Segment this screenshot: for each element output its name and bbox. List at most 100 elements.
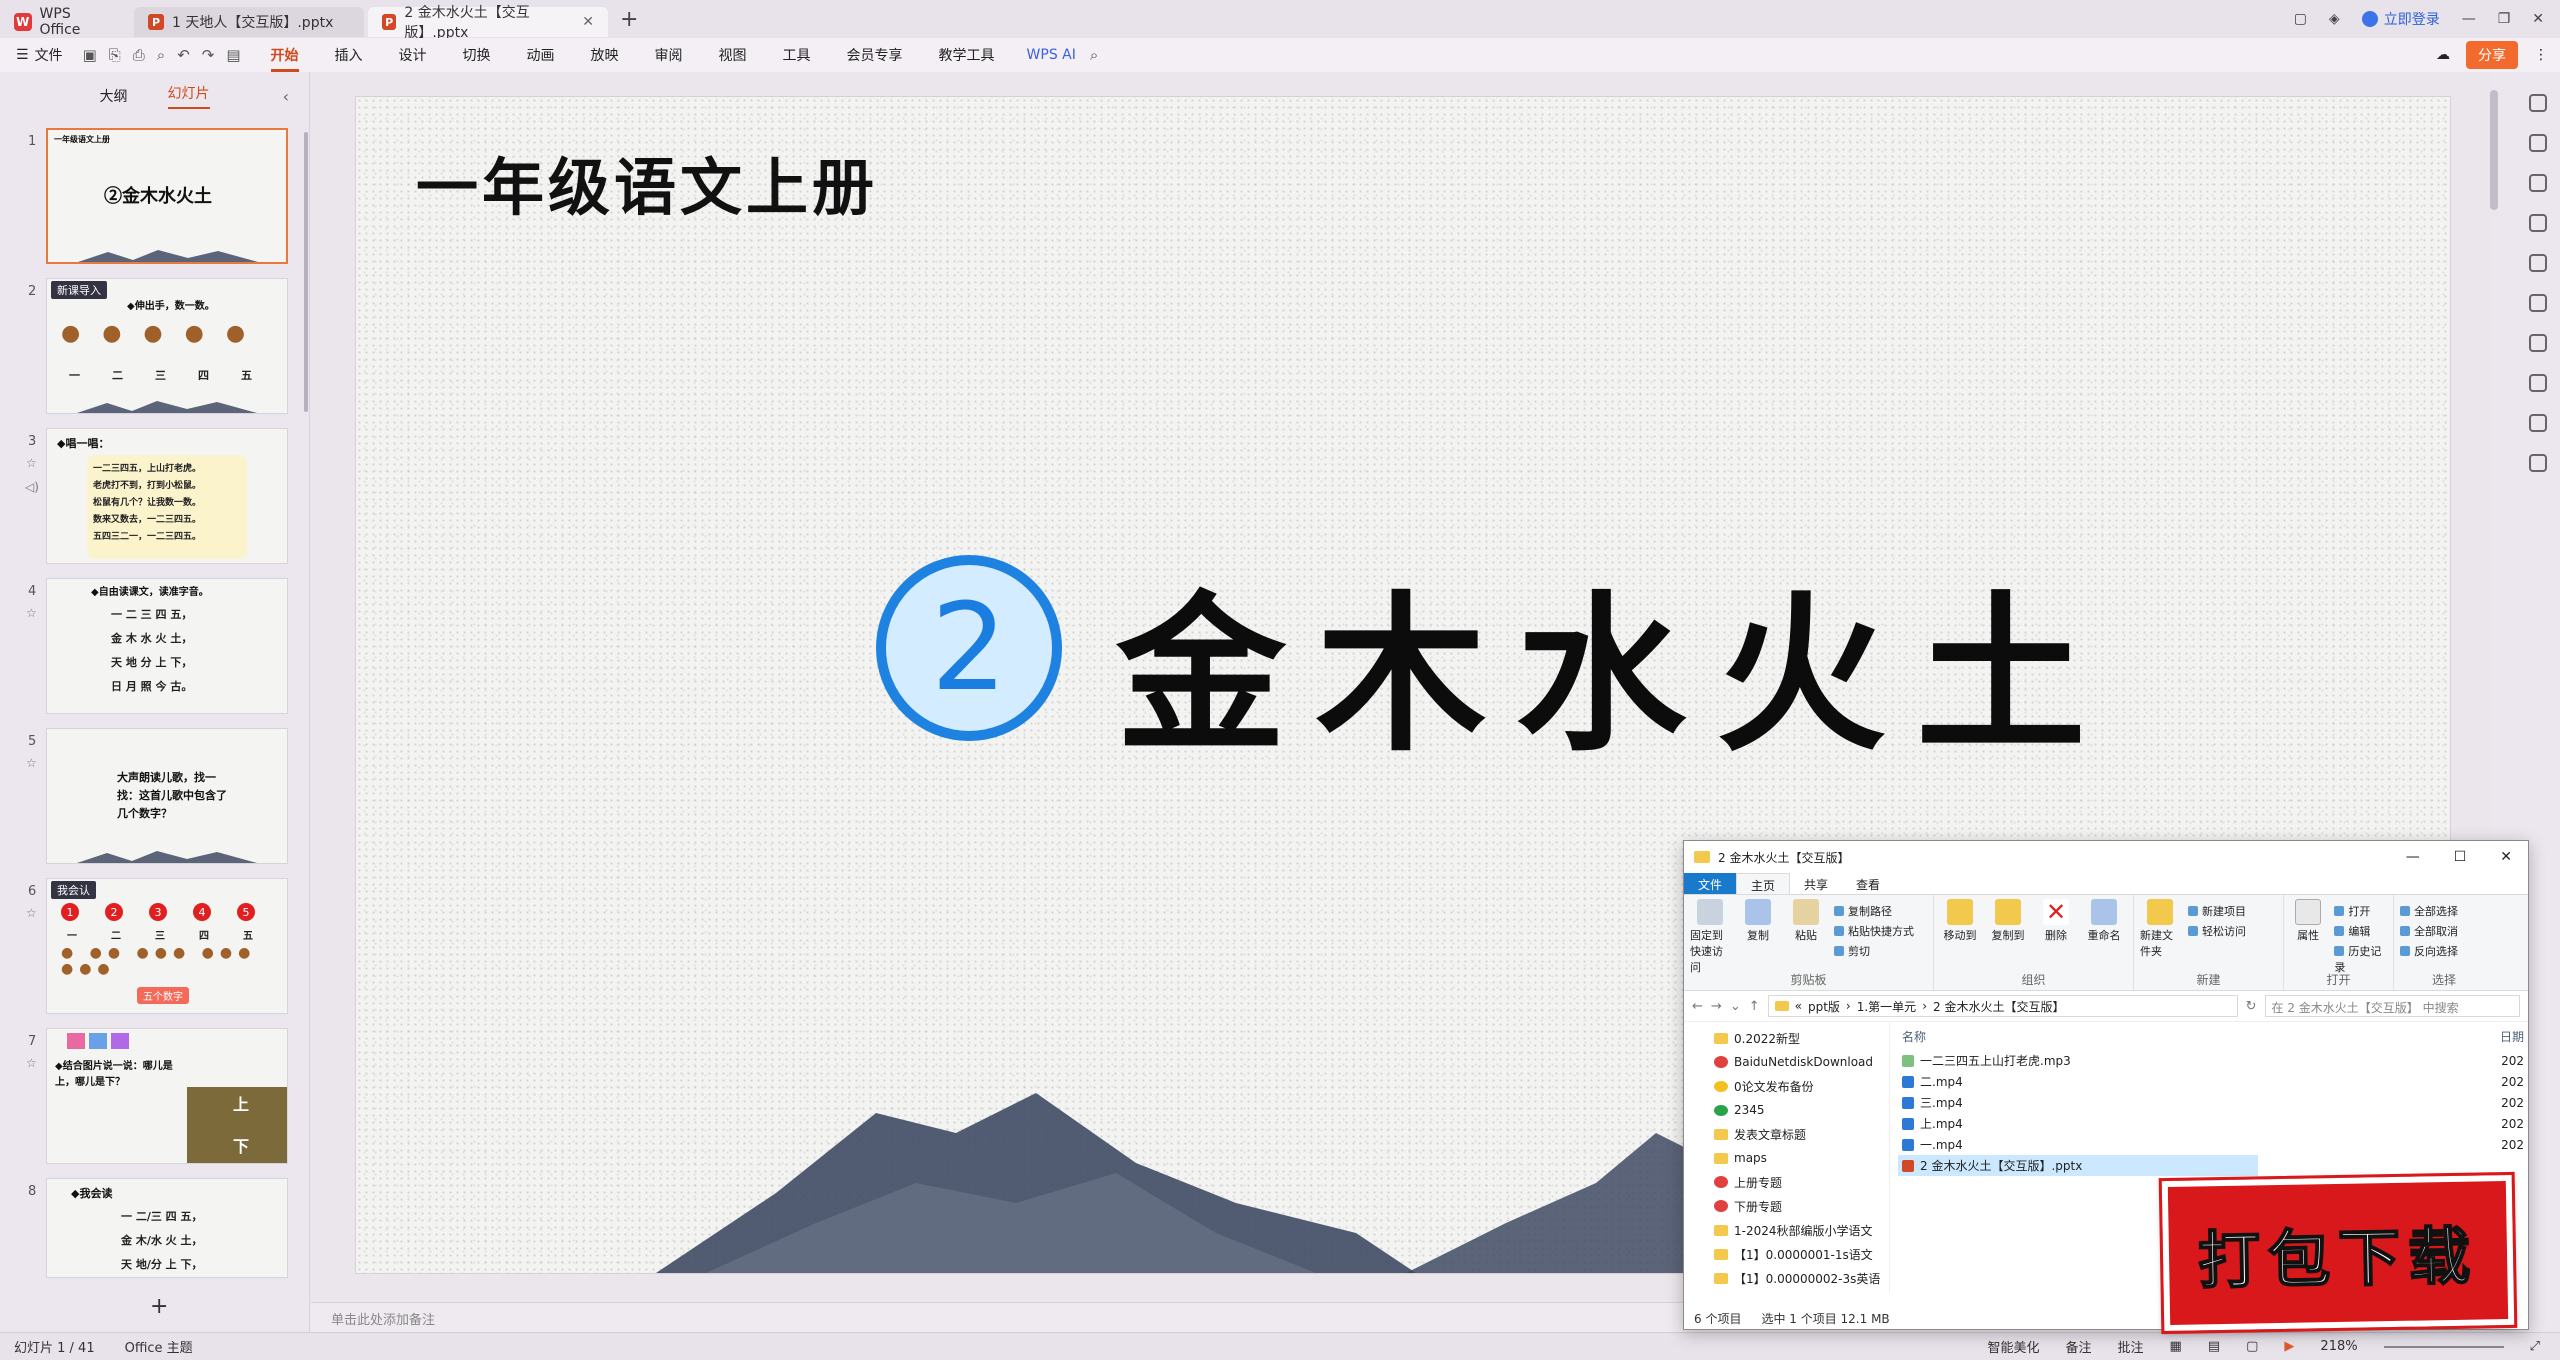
- magic-icon[interactable]: [2529, 294, 2547, 312]
- menu-slideshow[interactable]: 放映: [591, 45, 619, 65]
- notes-toggle[interactable]: 备注: [2066, 1337, 2092, 1356]
- picture-icon[interactable]: [2529, 254, 2547, 272]
- export-icon[interactable]: ⎘: [109, 46, 121, 64]
- back-icon[interactable]: ←: [1692, 999, 1703, 1014]
- adjust-icon[interactable]: [2529, 134, 2547, 152]
- invert-selection-button[interactable]: 反向选择: [2400, 943, 2458, 959]
- copy-icon[interactable]: [2529, 214, 2547, 232]
- thumbnail-image[interactable]: ◆自由读课文，读准字音。 一 二 三 四 五， 金 木 水 火 土， 天 地 分…: [46, 578, 288, 714]
- nav-item[interactable]: BaiduNetdiskDownload: [1684, 1050, 1889, 1074]
- nav-item[interactable]: 2345: [1684, 1098, 1889, 1122]
- zoom-slider[interactable]: [2383, 1345, 2504, 1348]
- cube-icon[interactable]: ◈: [2329, 11, 2340, 27]
- easy-access-button[interactable]: 轻松访问: [2188, 923, 2246, 939]
- canvas-scrollbar[interactable]: [2490, 90, 2498, 210]
- forward-icon[interactable]: →: [1711, 999, 1722, 1014]
- nav-item[interactable]: 发表文章标题: [1684, 1122, 1889, 1146]
- file-row[interactable]: 一.mp4 202: [1898, 1134, 2528, 1155]
- thumbnail-image[interactable]: 大声朗读儿歌，找一找：这首儿歌中包含了几个数字？: [46, 728, 288, 864]
- thumbnail-image[interactable]: ◆结合图片说一说：哪儿是上，哪儿是下？ 上 下: [46, 1028, 288, 1164]
- slide-thumbnail-7[interactable]: 7 ☆ ◆结合图片说一说：哪儿是上，哪儿是下？ 上 下: [0, 1028, 300, 1168]
- slide-thumbnail-4[interactable]: 4 ☆ ◆自由读课文，读准字音。 一 二 三 四 五， 金 木 水 火 土， 天…: [0, 578, 300, 718]
- cloud-sync-icon[interactable]: ☁: [2436, 47, 2450, 63]
- undo-icon[interactable]: ↶: [177, 46, 190, 64]
- thumbnail-image[interactable]: 新课导入 ◆伸出手，数一数。 ● ● ● ● ● 一 二 三 四 五: [46, 278, 288, 414]
- slide-header-text[interactable]: 一年级语文上册: [416, 137, 878, 227]
- tab-outline[interactable]: 大纲: [100, 86, 128, 106]
- wps-ai-button[interactable]: WPS AI: [1027, 47, 1076, 63]
- select-all-button[interactable]: 全部选择: [2400, 903, 2458, 919]
- zoom-level[interactable]: 218%: [2320, 1339, 2357, 1354]
- nav-item[interactable]: 0论文发布备份: [1684, 1074, 1889, 1098]
- properties-icon[interactable]: [2529, 94, 2547, 112]
- tab-slides[interactable]: 幻灯片: [167, 83, 210, 109]
- column-date[interactable]: 日期: [2500, 1028, 2528, 1045]
- menu-animation[interactable]: 动画: [527, 45, 555, 65]
- maximize-icon[interactable]: ☐: [2454, 849, 2467, 865]
- format-painter-icon[interactable]: ▤: [226, 46, 240, 64]
- breadcrumb-item[interactable]: 1.第一单元: [1857, 998, 1916, 1015]
- nav-item[interactable]: 下册专题: [1684, 1194, 1889, 1218]
- reading-view-icon[interactable]: ▢: [2246, 1339, 2258, 1354]
- select-none-button[interactable]: 全部取消: [2400, 923, 2458, 939]
- sorter-view-icon[interactable]: ▤: [2208, 1339, 2220, 1354]
- open-button[interactable]: 打开: [2334, 903, 2387, 919]
- pane-scrollbar[interactable]: [304, 132, 308, 412]
- file-row[interactable]: 二.mp4 202: [1898, 1071, 2528, 1092]
- column-name[interactable]: 名称: [1902, 1028, 1926, 1045]
- new-tab-button[interactable]: +: [620, 7, 638, 32]
- save-icon[interactable]: ▣: [83, 46, 97, 64]
- play-button[interactable]: ▶: [2284, 1339, 2294, 1354]
- tab-wps-home[interactable]: W WPS Office: [0, 6, 128, 38]
- theme-name[interactable]: Office 主题: [125, 1337, 193, 1356]
- breadcrumb-item[interactable]: 2 金木水火土【交互版】: [1933, 998, 2064, 1015]
- tab-document-1[interactable]: P 1 天地人【交互版】.pptx: [134, 7, 364, 37]
- restore-icon[interactable]: ❐: [2498, 11, 2511, 27]
- add-slide-button[interactable]: +: [150, 1294, 168, 1319]
- thumbnail-image[interactable]: ◆唱一唱： 一二三四五，上山打老虎。 老虎打不到，打到小松鼠。 松鼠有几个？让我…: [46, 428, 288, 564]
- login-button[interactable]: 立即登录: [2361, 9, 2440, 29]
- minimize-icon[interactable]: —: [2406, 849, 2420, 865]
- nav-item[interactable]: 0.2022新型: [1684, 1026, 1889, 1050]
- ribbon-tab-share[interactable]: 共享: [1790, 873, 1842, 894]
- file-row[interactable]: 一二三四五上山打老虎.mp3 202: [1898, 1050, 2528, 1071]
- minimize-icon[interactable]: —: [2462, 11, 2476, 27]
- slide-thumbnail-2[interactable]: 2 新课导入 ◆伸出手，数一数。 ● ● ● ● ● 一 二 三 四 五: [0, 278, 300, 418]
- cut-button[interactable]: 剪切: [1834, 943, 1914, 959]
- paste-shortcut-button[interactable]: 粘贴快捷方式: [1834, 923, 1914, 939]
- redo-icon[interactable]: ↷: [202, 46, 215, 64]
- share-icon[interactable]: [2529, 374, 2547, 392]
- comments-toggle[interactable]: 批注: [2118, 1337, 2144, 1356]
- recent-icon[interactable]: ⌄: [1730, 999, 1741, 1014]
- menu-tools[interactable]: 工具: [783, 45, 811, 65]
- nav-item[interactable]: 【1】0.0000001-1s语文: [1684, 1242, 1889, 1266]
- ribbon-tab-home[interactable]: 主页: [1736, 873, 1791, 894]
- file-row-selected[interactable]: 2 金木水火土【交互版】.pptx: [1898, 1155, 2258, 1176]
- help-icon[interactable]: [2529, 414, 2547, 432]
- menu-teaching-tools[interactable]: 教学工具: [939, 45, 995, 65]
- star-icon[interactable]: [2529, 174, 2547, 192]
- file-menu[interactable]: ☰ 文件: [16, 45, 63, 65]
- more-icon[interactable]: [2529, 454, 2547, 472]
- edit-button[interactable]: 编辑: [2334, 923, 2387, 939]
- lesson-number-badge[interactable]: 2: [876, 555, 1062, 741]
- book-icon[interactable]: [2529, 334, 2547, 352]
- refresh-icon[interactable]: ↻: [2246, 999, 2257, 1014]
- more-icon[interactable]: ⋮: [2534, 47, 2548, 63]
- menu-design[interactable]: 设计: [399, 45, 427, 65]
- window-layout-icon[interactable]: ▢: [2294, 11, 2307, 27]
- close-window-icon[interactable]: ✕: [2532, 11, 2544, 27]
- menu-review[interactable]: 审阅: [655, 45, 683, 65]
- smart-beautify-button[interactable]: 智能美化: [1987, 1337, 2039, 1356]
- copy-path-button[interactable]: 复制路径: [1834, 903, 1914, 919]
- normal-view-icon[interactable]: ▦: [2170, 1339, 2182, 1354]
- share-button[interactable]: 分享: [2466, 41, 2518, 69]
- collapse-pane-icon[interactable]: ‹: [283, 87, 289, 106]
- thumbnail-image[interactable]: 一年级语文上册 ②金木水火土: [46, 128, 288, 264]
- menu-view[interactable]: 视图: [719, 45, 747, 65]
- address-bar[interactable]: « ppt版 › 1.第一单元 › 2 金木水火土【交互版】: [1767, 995, 2238, 1017]
- slide-thumbnail-3[interactable]: 3 ☆ ◁) ◆唱一唱： 一二三四五，上山打老虎。 老虎打不到，打到小松鼠。 松…: [0, 428, 300, 568]
- breadcrumb-item[interactable]: ppt版: [1808, 998, 1840, 1015]
- nav-item[interactable]: 【1】0.00000002-3s英语: [1684, 1266, 1889, 1290]
- lesson-title[interactable]: 金木水火土: [1116, 537, 2116, 783]
